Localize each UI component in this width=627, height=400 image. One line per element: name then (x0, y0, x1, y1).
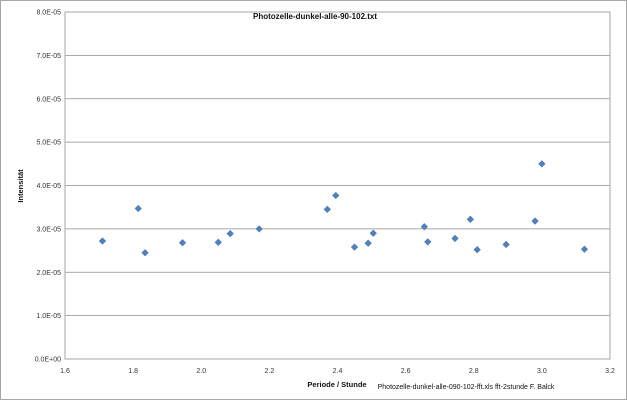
chart-frame: 0.0E+00 1.0E-05 2.0E-05 3.0E-05 4.0E-05 5.0E-… (0, 0, 627, 400)
data-point (98, 237, 107, 245)
x-axis-title: Periode / Stunde (307, 380, 366, 389)
y-tick-label: 0.0E+00 (35, 357, 61, 364)
y-tick-label: 6.0E-05 (36, 96, 61, 103)
data-point (424, 238, 432, 246)
x-tick-label: 1.8 (128, 368, 138, 375)
x-tick-label: 2.4 (333, 368, 343, 375)
data-points (98, 160, 589, 257)
x-tick-label: 2.6 (401, 368, 411, 375)
data-point (580, 245, 589, 253)
y-axis-title: Intensität (16, 169, 25, 203)
data-point (466, 215, 475, 224)
data-point (226, 229, 234, 238)
y-tick-label: 7.0E-05 (36, 53, 61, 60)
data-point (332, 191, 340, 200)
x-tick-label: 2.0 (196, 368, 206, 375)
data-point (141, 249, 149, 257)
data-point (531, 217, 539, 225)
y-tick-labels: 0.0E+00 1.0E-05 2.0E-05 3.0E-05 4.0E-05 5.0E-… (35, 10, 61, 364)
gridlines (65, 54, 610, 317)
scatter-chart: 0.0E+00 1.0E-05 2.0E-05 3.0E-05 4.0E-05 5.0E-… (16, 10, 615, 392)
data-point (178, 239, 187, 247)
y-tick-label: 4.0E-05 (36, 183, 61, 190)
data-point (350, 243, 359, 251)
x-tick-labels: 1.6 1.8 2.0 2.2 2.4 2.6 2.8 3.0 3.2 (60, 368, 615, 375)
data-point (255, 225, 263, 233)
chart-title: Photozelle-dunkel-alle-90-102.txt (253, 12, 377, 21)
y-tick-label: 2.0E-05 (36, 270, 61, 277)
data-point (364, 239, 372, 247)
data-point (451, 234, 459, 243)
data-point (502, 240, 510, 249)
data-point (134, 204, 142, 213)
x-tick-label: 3.2 (605, 368, 615, 375)
data-point (538, 160, 546, 168)
data-point (214, 238, 222, 247)
footnote: Photozelle-dunkel-alle-090-102-fft.xls f… (378, 384, 555, 391)
y-tick-label: 5.0E-05 (36, 140, 61, 147)
y-tick-label: 1.0E-05 (36, 313, 61, 320)
x-tick-label: 2.2 (265, 368, 275, 375)
y-tick-label: 3.0E-05 (36, 226, 61, 233)
data-point (369, 229, 377, 237)
x-tick-label: 1.6 (60, 368, 70, 375)
x-tick-label: 3.0 (537, 368, 547, 375)
x-tick-label: 2.8 (469, 368, 479, 375)
y-tick-label: 8.0E-05 (36, 10, 61, 17)
data-point (473, 246, 481, 254)
data-point (323, 205, 331, 214)
